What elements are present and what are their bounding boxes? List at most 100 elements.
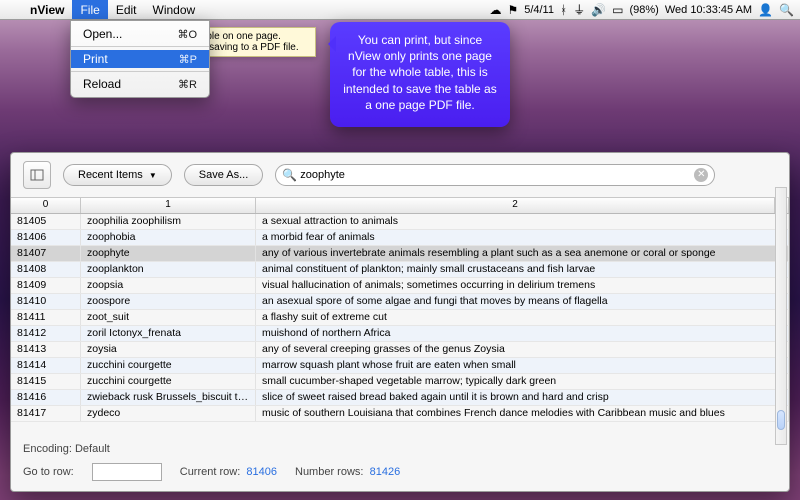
menubar-right: ☁ ⚑ 5/4/11 ᚼ ⏚ 🔊 ▭ (98%) Wed 10:33:45 AM… — [489, 1, 800, 18]
table-row[interactable]: 81409zoopsiavisual hallucination of anim… — [11, 278, 789, 294]
volume-icon: 🔊 — [591, 3, 606, 17]
file-menu-dropdown: Open...⌘O Print⌘P Reload⌘R — [70, 20, 210, 98]
battery-icon: ▭ — [612, 3, 623, 17]
recent-items-button[interactable]: Recent Items▼ — [63, 164, 172, 186]
search-input[interactable] — [300, 169, 706, 181]
goto-row-input[interactable] — [92, 463, 162, 481]
cell-col2: slice of sweet raised bread baked again … — [256, 390, 789, 405]
cell-col0: 81414 — [11, 358, 81, 373]
goto-row-label: Go to row: — [23, 466, 74, 478]
cell-col2: animal constituent of plankton; mainly s… — [256, 262, 789, 277]
cell-col1: zydeco — [81, 406, 256, 421]
table-row[interactable]: 81415zucchini courgettesmall cucumber-sh… — [11, 374, 789, 390]
cell-col2: a sexual attraction to animals — [256, 214, 789, 229]
column-header-0[interactable]: 0 — [11, 198, 81, 213]
cell-col1: zoopsia — [81, 278, 256, 293]
search-field[interactable]: 🔍 ✕ — [275, 164, 715, 186]
column-header-2[interactable]: 2 — [256, 198, 775, 213]
cell-col1: zoophilia zoophilism — [81, 214, 256, 229]
table-row[interactable]: 81408zooplanktonanimal constituent of pl… — [11, 262, 789, 278]
cell-col0: 81405 — [11, 214, 81, 229]
number-rows-value: 81426 — [370, 466, 401, 478]
cell-col1: zwieback rusk Brussels_biscuit twice-ba.… — [81, 390, 256, 405]
spotlight-icon[interactable]: 🔍 — [779, 3, 794, 17]
cell-col1: zoophobia — [81, 230, 256, 245]
number-rows-label: Number rows: — [295, 466, 363, 478]
cell-col0: 81408 — [11, 262, 81, 277]
app-name[interactable]: nView — [22, 3, 72, 17]
table-row[interactable]: 81406zoophobiaa morbid fear of animals — [11, 230, 789, 246]
cell-col2: a flashy suit of extreme cut — [256, 310, 789, 325]
cell-col1: zoophyte — [81, 246, 256, 261]
cell-col2: visual hallucination of animals; sometim… — [256, 278, 789, 293]
vertical-scrollbar[interactable] — [775, 187, 787, 445]
cell-col0: 81407 — [11, 246, 81, 261]
menubar: nView File Edit Window ☁ ⚑ 5/4/11 ᚼ ⏚ 🔊 … — [0, 0, 800, 20]
cell-col1: zooplankton — [81, 262, 256, 277]
menu-file[interactable]: File — [72, 0, 107, 19]
menu-reload[interactable]: Reload⌘R — [71, 75, 209, 93]
help-callout: You can print, but since nView only prin… — [330, 22, 510, 127]
current-row-value: 81406 — [246, 466, 277, 478]
column-header-1[interactable]: 1 — [81, 198, 256, 213]
cell-col2: marrow squash plant whose fruit are eate… — [256, 358, 789, 373]
wifi-icon: ⏚ — [573, 1, 585, 18]
toolbar: Recent Items▼ Save As... 🔍 ✕ — [11, 153, 789, 198]
menu-separator — [71, 46, 209, 47]
scrollbar-thumb[interactable] — [777, 410, 785, 430]
cell-col0: 81410 — [11, 294, 81, 309]
cloud-icon: ☁ — [489, 3, 501, 17]
cell-col0: 81415 — [11, 374, 81, 389]
table-row[interactable]: 81414zucchini courgettemarrow squash pla… — [11, 358, 789, 374]
user-icon: 👤 — [758, 3, 773, 17]
cell-col0: 81416 — [11, 390, 81, 405]
table-header: 0 1 2 — [11, 198, 789, 214]
cell-col2: music of southern Louisiana that combine… — [256, 406, 789, 421]
cell-col2: small cucumber-shaped vegetable marrow; … — [256, 374, 789, 389]
table-row[interactable]: 81412zoril Ictonyx_frenatamuishond of no… — [11, 326, 789, 342]
table-row[interactable]: 81405zoophilia zoophilisma sexual attrac… — [11, 214, 789, 230]
cell-col2: any of several creeping grasses of the g… — [256, 342, 789, 357]
cell-col2: muishond of northern Africa — [256, 326, 789, 341]
table-row[interactable]: 81411zoot_suita flashy suit of extreme c… — [11, 310, 789, 326]
cell-col0: 81411 — [11, 310, 81, 325]
battery-percent: (98%) — [630, 4, 659, 16]
flag-icon: ⚑ — [507, 3, 518, 17]
menu-print[interactable]: Print⌘P — [71, 50, 209, 68]
chevron-down-icon: ▼ — [149, 171, 157, 180]
data-table: 0 1 2 81405zoophilia zoophilisma sexual … — [11, 198, 789, 437]
cell-col0: 81417 — [11, 406, 81, 421]
cell-col2: any of various invertebrate animals rese… — [256, 246, 789, 261]
main-window: Recent Items▼ Save As... 🔍 ✕ 0 1 2 81405… — [10, 152, 790, 492]
menubar-clock: Wed 10:33:45 AM — [665, 4, 752, 16]
menu-separator — [71, 71, 209, 72]
current-row-label: Current row: — [180, 466, 241, 478]
cell-col0: 81413 — [11, 342, 81, 357]
menu-window[interactable]: Window — [145, 0, 204, 19]
cell-col0: 81406 — [11, 230, 81, 245]
cell-col2: a morbid fear of animals — [256, 230, 789, 245]
menu-open[interactable]: Open...⌘O — [71, 25, 209, 43]
cell-col0: 81412 — [11, 326, 81, 341]
footer: Encoding: Default Go to row: Current row… — [11, 437, 789, 491]
cell-col1: zoysia — [81, 342, 256, 357]
menubar-date: 5/4/11 — [524, 4, 554, 16]
table-row[interactable]: 81410zoosporean asexual spore of some al… — [11, 294, 789, 310]
save-as-button[interactable]: Save As... — [184, 164, 264, 186]
sidebar-toggle-button[interactable] — [23, 161, 51, 189]
table-row[interactable]: 81416zwieback rusk Brussels_biscuit twic… — [11, 390, 789, 406]
cell-col1: zoospore — [81, 294, 256, 309]
cell-col1: zucchini courgette — [81, 358, 256, 373]
bluetooth-icon: ᚼ — [560, 3, 567, 17]
table-row[interactable]: 81417zydecomusic of southern Louisiana t… — [11, 406, 789, 422]
search-icon: 🔍 — [282, 168, 297, 182]
table-row[interactable]: 81407zoophyteany of various invertebrate… — [11, 246, 789, 262]
menu-edit[interactable]: Edit — [108, 0, 145, 19]
cell-col0: 81409 — [11, 278, 81, 293]
table-row[interactable]: 81413zoysiaany of several creeping grass… — [11, 342, 789, 358]
cell-col1: zoot_suit — [81, 310, 256, 325]
cell-col2: an asexual spore of some algae and fungi… — [256, 294, 789, 309]
encoding-label: Encoding: Default — [23, 443, 777, 455]
cell-col1: zoril Ictonyx_frenata — [81, 326, 256, 341]
cell-col1: zucchini courgette — [81, 374, 256, 389]
